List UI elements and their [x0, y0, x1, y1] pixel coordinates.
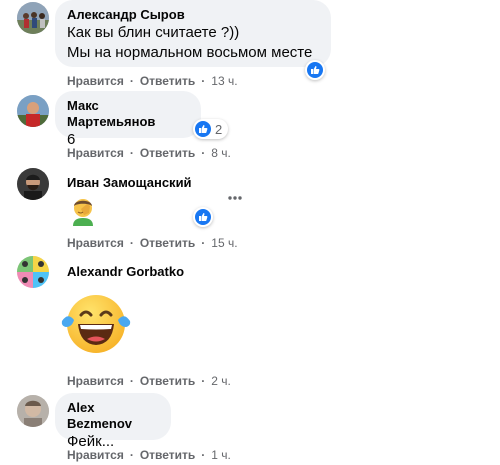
reply-link[interactable]: Ответить — [140, 146, 195, 160]
avatar-4[interactable] — [17, 256, 49, 288]
laughing-tears-emoji — [60, 294, 132, 354]
like-link[interactable]: Нравится — [67, 146, 124, 160]
comment-author[interactable]: Alexandr Gorbatko — [67, 264, 184, 280]
reply-link[interactable]: Ответить — [140, 236, 195, 250]
like-link[interactable]: Нравится — [67, 236, 124, 250]
timestamp[interactable]: 2 ч. — [211, 374, 231, 388]
comment-text-line: Как вы блин считаете ?)) — [67, 24, 240, 41]
timestamp[interactable]: 1 ч. — [211, 448, 231, 462]
separator: · — [201, 236, 206, 250]
reaction-summary-3[interactable] — [193, 207, 213, 227]
separator: · — [129, 448, 134, 462]
like-icon — [195, 209, 211, 225]
separator: · — [129, 236, 134, 250]
comment-actions-3: Нравится · Ответить · 15 ч. — [67, 236, 238, 250]
comment-actions-4: Нравится · Ответить · 2 ч. — [67, 374, 231, 388]
comment-author[interactable]: Александр Сыров — [67, 7, 319, 23]
facepalm-emoji — [67, 194, 99, 226]
avatar-1[interactable] — [17, 2, 49, 34]
separator: · — [201, 74, 206, 88]
separator: · — [129, 374, 134, 388]
like-icon — [195, 121, 211, 137]
timestamp[interactable]: 13 ч. — [211, 74, 237, 88]
separator: · — [201, 146, 206, 160]
reply-link[interactable]: Ответить — [140, 74, 195, 88]
reply-link[interactable]: Ответить — [140, 374, 195, 388]
like-link[interactable]: Нравится — [67, 74, 124, 88]
reaction-count: 2 — [215, 121, 223, 137]
comment-bubble-2: Макс Мартемьянов 6 — [55, 91, 201, 148]
comment-actions-2: Нравится · Ответить · 8 ч. — [67, 146, 231, 160]
separator: · — [201, 374, 206, 388]
comment-author[interactable]: Alex Bezmenov — [67, 400, 159, 432]
avatar-3[interactable] — [17, 168, 49, 200]
reply-link[interactable]: Ответить — [140, 448, 195, 462]
avatar-5[interactable] — [17, 395, 49, 427]
comment-bubble-1: Александр Сыров Как вы блин считаете ?))… — [55, 0, 331, 67]
more-options-icon[interactable] — [227, 188, 243, 206]
separator: · — [201, 448, 206, 462]
separator: · — [129, 74, 134, 88]
comment-bubble-5: Alex Bezmenov Фейк... — [55, 393, 171, 450]
reaction-summary-2[interactable]: 2 — [193, 119, 229, 139]
timestamp[interactable]: 15 ч. — [211, 236, 237, 250]
avatar-2[interactable] — [17, 95, 49, 127]
separator: · — [129, 146, 134, 160]
reaction-summary-1[interactable] — [305, 60, 325, 80]
comment-actions-1: Нравится · Ответить · 13 ч. — [67, 74, 238, 88]
timestamp[interactable]: 8 ч. — [211, 146, 231, 160]
comment-author[interactable]: Иван Замощанский — [67, 175, 192, 191]
like-link[interactable]: Нравится — [67, 374, 124, 388]
like-link[interactable]: Нравится — [67, 448, 124, 462]
comment-actions-5: Нравится · Ответить · 1 ч. — [67, 448, 231, 462]
comment-text-line: Мы на нормальном восьмом месте — [67, 44, 313, 61]
comment-author[interactable]: Макс Мартемьянов — [67, 98, 189, 130]
like-icon — [307, 62, 323, 78]
